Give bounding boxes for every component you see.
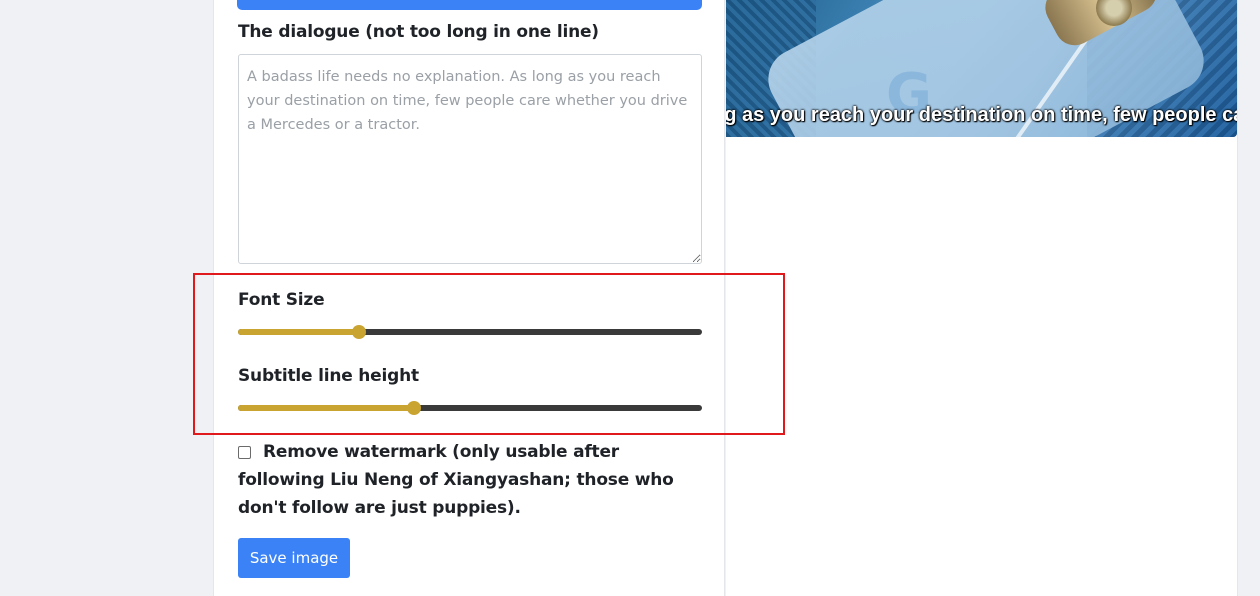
highlight-annotation-box xyxy=(193,273,785,435)
preview-subtitle: ng as you reach your destination on time… xyxy=(726,104,1237,126)
upload-button-partial[interactable] xyxy=(237,0,702,10)
dialogue-textarea[interactable] xyxy=(238,54,702,264)
remove-watermark-label[interactable]: Remove watermark (only usable after foll… xyxy=(238,438,708,522)
preview-image: G ng as you reach your destination on ti… xyxy=(726,0,1237,137)
dialogue-label: The dialogue (not too long in one line) xyxy=(238,22,599,42)
save-image-button[interactable]: Save image xyxy=(238,538,350,578)
